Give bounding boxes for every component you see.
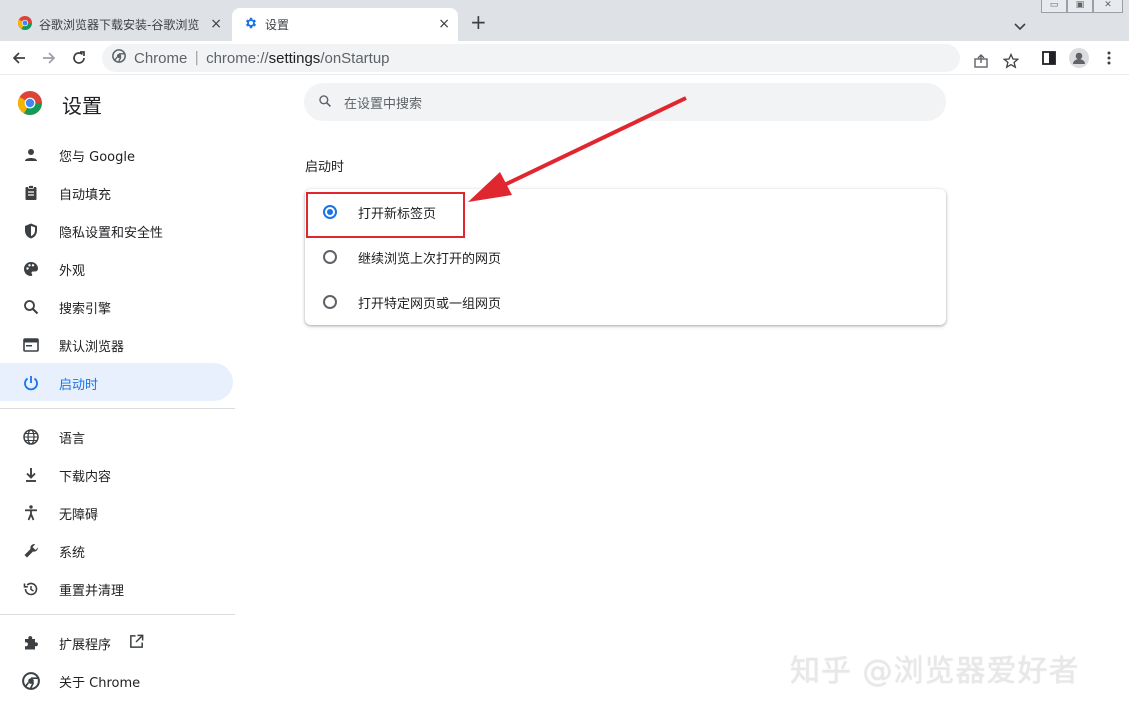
tab-settings[interactable]: 设置 × xyxy=(232,8,458,41)
sidebar-item-accessibility[interactable]: 无障碍 xyxy=(0,493,233,531)
sidebar-divider xyxy=(0,614,235,615)
download-icon xyxy=(22,466,40,484)
watermark: 知乎 @浏览器爱好者 xyxy=(790,654,1080,689)
reload-icon[interactable] xyxy=(70,49,88,67)
annotation-arrow-icon xyxy=(468,96,687,202)
accessibility-icon xyxy=(22,504,40,522)
url-text: chrome://settings/onStartup xyxy=(206,49,390,67)
chrome-site-icon xyxy=(112,49,126,67)
bookmark-star-icon[interactable] xyxy=(1002,52,1020,73)
chrome-logo-icon xyxy=(17,90,42,119)
sidebar-item-label: 扩展程序 xyxy=(59,638,112,653)
side-panel-icon[interactable] xyxy=(1041,50,1057,70)
tab-title: 设置 xyxy=(265,18,290,32)
sidebar-item-label: 无障碍 xyxy=(59,508,99,523)
tab-close-icon[interactable]: × xyxy=(438,16,450,32)
tab-search-chevron-icon[interactable] xyxy=(1014,16,1026,35)
clipboard-icon xyxy=(22,184,40,202)
url-separator: | xyxy=(194,50,200,66)
sidebar-item-label: 语言 xyxy=(59,432,86,447)
sidebar-divider xyxy=(0,408,235,409)
more-menu-icon[interactable] xyxy=(1104,50,1114,70)
settings-sidebar: 您与 Google 自动填充 隐私设置和安全性 外观 搜索引擎 默认浏览器 启动… xyxy=(0,135,235,699)
sidebar-item-search-engine[interactable]: 搜索引擎 xyxy=(0,287,233,325)
puzzle-icon xyxy=(22,634,40,652)
globe-icon xyxy=(22,428,40,446)
sidebar-item-on-startup[interactable]: 启动时 xyxy=(0,363,233,401)
startup-option-specific-pages[interactable]: 打开特定网页或一组网页 xyxy=(305,279,946,324)
radio-button[interactable] xyxy=(323,250,337,264)
minimize-button[interactable]: ▭ xyxy=(1041,0,1067,13)
profile-avatar-icon[interactable] xyxy=(1069,48,1089,72)
palette-icon xyxy=(22,260,40,278)
sidebar-item-label: 关于 Chrome xyxy=(59,676,141,691)
sidebar-item-label: 外观 xyxy=(59,264,86,279)
sidebar-item-about-chrome[interactable]: 关于 Chrome xyxy=(0,661,233,699)
sidebar-item-label: 系统 xyxy=(59,546,86,561)
radio-button[interactable] xyxy=(323,295,337,309)
startup-option-continue[interactable]: 继续浏览上次打开的网页 xyxy=(305,234,946,279)
sidebar-item-autofill[interactable]: 自动填充 xyxy=(0,173,233,211)
site-name: Chrome xyxy=(134,49,188,67)
power-icon xyxy=(22,374,40,392)
sidebar-item-you-and-google[interactable]: 您与 Google xyxy=(0,135,233,173)
annotation-highlight-box xyxy=(306,192,465,238)
sidebar-item-reset[interactable]: 重置并清理 xyxy=(0,569,233,607)
browser-toolbar: Chrome | chrome://settings/onStartup xyxy=(0,41,1129,75)
external-link-icon xyxy=(128,633,145,654)
sidebar-item-label: 下载内容 xyxy=(59,470,112,485)
history-icon xyxy=(22,580,40,598)
tab-close-icon[interactable]: × xyxy=(210,16,222,32)
sidebar-item-label: 默认浏览器 xyxy=(59,340,125,355)
address-bar[interactable]: Chrome | chrome://settings/onStartup xyxy=(102,44,1020,72)
sidebar-item-system[interactable]: 系统 xyxy=(0,531,233,569)
radio-label: 打开特定网页或一组网页 xyxy=(358,297,502,312)
back-arrow-icon[interactable] xyxy=(10,49,28,67)
sidebar-item-default-browser[interactable]: 默认浏览器 xyxy=(0,325,233,363)
sidebar-item-languages[interactable]: 语言 xyxy=(0,417,233,455)
person-icon xyxy=(22,146,40,164)
tab-strip: 谷歌浏览器下载安装-谷歌浏览器 × 设置 × + ▭ ▣ ✕ xyxy=(0,0,1129,41)
chrome-favicon-icon xyxy=(17,16,32,33)
sidebar-item-appearance[interactable]: 外观 xyxy=(0,249,233,287)
sidebar-item-extensions[interactable]: 扩展程序 xyxy=(0,623,233,661)
tab-title: 谷歌浏览器下载安装-谷歌浏览器 xyxy=(39,18,199,32)
new-tab-button[interactable]: + xyxy=(470,12,487,32)
restore-button[interactable]: ▣ xyxy=(1067,0,1093,13)
search-icon xyxy=(22,298,40,316)
sidebar-item-label: 您与 Google xyxy=(59,150,135,165)
sidebar-item-label: 自动填充 xyxy=(59,188,112,203)
share-icon[interactable] xyxy=(973,53,989,73)
shield-icon xyxy=(22,222,40,240)
sidebar-item-label: 隐私设置和安全性 xyxy=(59,226,164,241)
wrench-icon xyxy=(22,542,40,560)
window-controls: ▭ ▣ ✕ xyxy=(1041,0,1125,13)
close-window-button[interactable]: ✕ xyxy=(1093,0,1123,13)
search-placeholder: 在设置中搜索 xyxy=(344,96,423,112)
radio-label: 继续浏览上次打开的网页 xyxy=(358,252,502,267)
forward-arrow-icon[interactable] xyxy=(40,49,58,67)
browser-icon xyxy=(22,336,40,354)
sidebar-item-label: 重置并清理 xyxy=(59,584,125,599)
gear-icon xyxy=(244,16,258,33)
sidebar-item-label: 启动时 xyxy=(59,378,99,393)
sidebar-item-label: 搜索引擎 xyxy=(59,302,112,317)
sidebar-item-downloads[interactable]: 下载内容 xyxy=(0,455,233,493)
page-title: 设置 xyxy=(62,94,102,118)
tab-download-page[interactable]: 谷歌浏览器下载安装-谷歌浏览器 × xyxy=(8,8,230,41)
chrome-icon xyxy=(22,672,40,690)
settings-header: 设置 xyxy=(17,90,102,119)
section-title: 启动时 xyxy=(305,160,345,175)
sidebar-item-privacy[interactable]: 隐私设置和安全性 xyxy=(0,211,233,249)
search-icon xyxy=(318,93,332,112)
